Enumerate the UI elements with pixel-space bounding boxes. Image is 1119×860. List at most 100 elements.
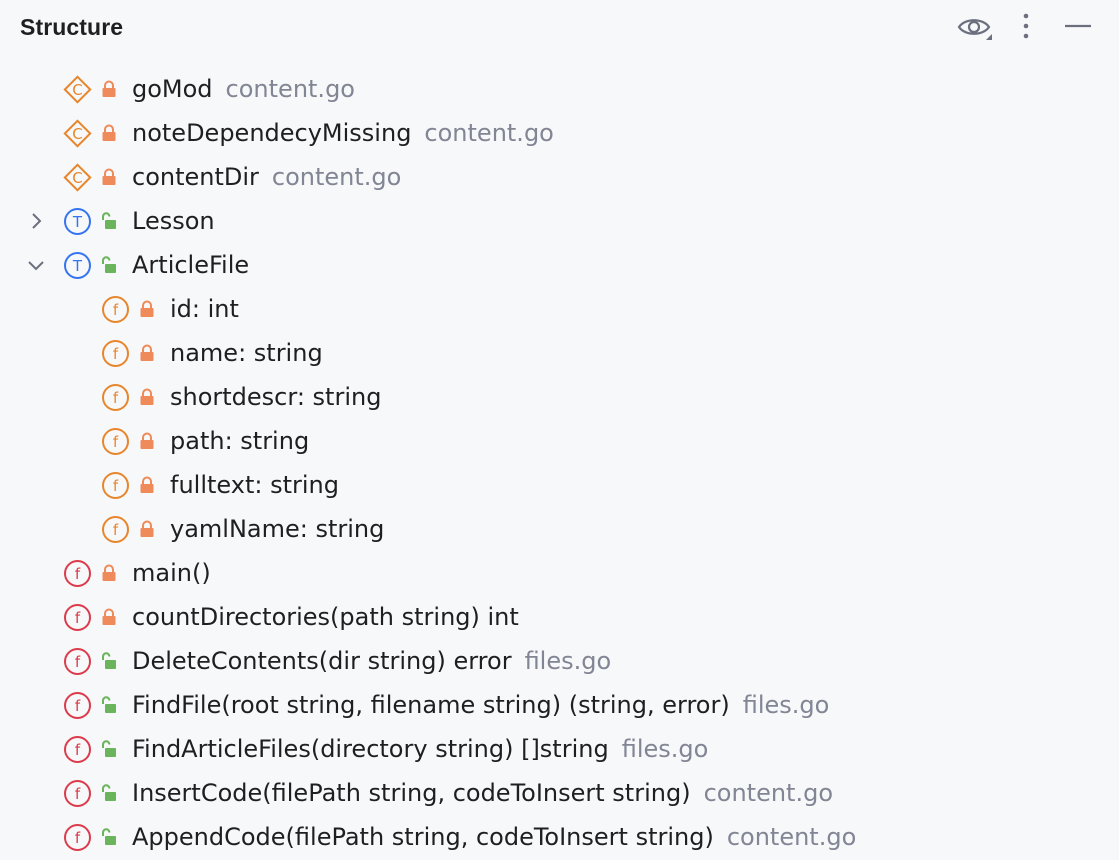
- lock-open-icon: [101, 696, 117, 714]
- lock-closed-icon: [101, 608, 117, 626]
- svg-text:f: f: [113, 389, 119, 407]
- type-icon: T: [63, 251, 92, 280]
- symbol-name: yamlName: string: [170, 515, 385, 543]
- function-icon: f: [63, 559, 92, 588]
- lock-closed-icon: [139, 476, 155, 494]
- function-icon: f: [63, 779, 92, 808]
- symbol-name: id: int: [170, 295, 239, 323]
- source-file-name: files.go: [524, 647, 612, 675]
- field-icon: f: [101, 471, 130, 500]
- svg-text:T: T: [72, 257, 83, 275]
- tree-node[interactable]: f DeleteContents(dir string) error files.…: [0, 639, 1119, 683]
- lock-open-icon: [101, 256, 117, 274]
- svg-text:f: f: [75, 829, 81, 847]
- tree-node-label: contentDir content.go: [132, 161, 401, 193]
- tree-node[interactable]: f AppendCode(filePath string, codeToInse…: [0, 815, 1119, 859]
- tree-node-label: main(): [132, 557, 211, 589]
- source-file-name: content.go: [726, 823, 857, 851]
- tree-node-label: countDirectories(path string) int: [132, 601, 519, 633]
- tree-node-label: path: string: [170, 425, 309, 457]
- tree-node[interactable]: C contentDir content.go: [0, 155, 1119, 199]
- field-icon: f: [101, 339, 130, 368]
- lock-open-icon: [101, 652, 117, 670]
- svg-text:f: f: [75, 741, 81, 759]
- view-options-button[interactable]: [956, 10, 992, 44]
- more-options-button[interactable]: [1008, 10, 1044, 44]
- symbol-name: AppendCode(filePath string, codeToInsert…: [132, 823, 714, 851]
- tree-node[interactable]: f countDirectories(path string) int: [0, 595, 1119, 639]
- lock-closed-icon: [101, 124, 117, 142]
- symbol-name: Lesson: [132, 207, 215, 235]
- structure-tree: C goMod content.go C noteDependecyMissing…: [0, 67, 1119, 859]
- lock-closed-icon: [139, 300, 155, 318]
- tree-node[interactable]: f id: int: [0, 287, 1119, 331]
- type-icon: T: [63, 207, 92, 236]
- tree-node[interactable]: T ArticleFile: [0, 243, 1119, 287]
- tree-node-label: AppendCode(filePath string, codeToInsert…: [132, 821, 856, 853]
- tree-node-label: goMod content.go: [132, 73, 355, 105]
- svg-text:f: f: [75, 697, 81, 715]
- source-file-name: content.go: [424, 119, 554, 147]
- svg-text:f: f: [113, 521, 119, 539]
- symbol-name: DeleteContents(dir string) error: [132, 647, 512, 675]
- eye-icon: [957, 19, 992, 40]
- field-icon: f: [101, 295, 130, 324]
- symbol-name: main(): [132, 559, 211, 587]
- symbol-name: name: string: [170, 339, 323, 367]
- tree-node[interactable]: f InsertCode(filePath string, codeToInse…: [0, 771, 1119, 815]
- symbol-name: FindArticleFiles(directory string) []str…: [132, 735, 609, 763]
- tree-node[interactable]: f path: string: [0, 419, 1119, 463]
- svg-text:C: C: [72, 169, 82, 187]
- svg-text:f: f: [113, 477, 119, 495]
- tree-node[interactable]: f yamlName: string: [0, 507, 1119, 551]
- field-icon: f: [101, 383, 130, 412]
- svg-text:f: f: [113, 433, 119, 451]
- field-icon: f: [101, 515, 130, 544]
- svg-text:C: C: [72, 125, 82, 143]
- tree-node-label: FindArticleFiles(directory string) []str…: [132, 733, 708, 765]
- symbol-name: noteDependecyMissing: [132, 119, 412, 147]
- lock-closed-icon: [139, 432, 155, 450]
- source-file-name: content.go: [703, 779, 833, 807]
- tree-node[interactable]: f FindArticleFiles(directory string) []s…: [0, 727, 1119, 771]
- lock-open-icon: [101, 784, 117, 802]
- source-file-name: files.go: [621, 735, 709, 763]
- symbol-name: countDirectories(path string) int: [132, 603, 519, 631]
- lock-closed-icon: [139, 520, 155, 538]
- svg-text:f: f: [75, 785, 81, 803]
- lock-closed-icon: [139, 388, 155, 406]
- symbol-name: contentDir: [132, 163, 259, 191]
- more-vertical-icon: [1023, 13, 1029, 39]
- tree-node[interactable]: f main(): [0, 551, 1119, 595]
- tree-node[interactable]: f name: string: [0, 331, 1119, 375]
- tree-node-label: ArticleFile: [132, 249, 249, 281]
- tree-node[interactable]: f fulltext: string: [0, 463, 1119, 507]
- tree-node-label: shortdescr: string: [170, 381, 381, 413]
- function-icon: f: [63, 691, 92, 720]
- chevron-down-icon[interactable]: [26, 255, 46, 275]
- tree-node[interactable]: f shortdescr: string: [0, 375, 1119, 419]
- lock-open-icon: [101, 828, 117, 846]
- tree-node[interactable]: C goMod content.go: [0, 67, 1119, 111]
- minimize-icon: [1065, 24, 1091, 28]
- panel-title: Structure: [20, 14, 124, 40]
- svg-text:f: f: [75, 609, 81, 627]
- chevron-right-icon[interactable]: [26, 211, 46, 231]
- hide-panel-button[interactable]: [1060, 10, 1096, 44]
- tree-node[interactable]: T Lesson: [0, 199, 1119, 243]
- tree-node[interactable]: f FindFile(root string, filename string)…: [0, 683, 1119, 727]
- svg-text:f: f: [113, 301, 119, 319]
- structure-panel-header: Structure: [0, 0, 1119, 56]
- tree-node[interactable]: C noteDependecyMissing content.go: [0, 111, 1119, 155]
- symbol-name: fulltext: string: [170, 471, 339, 499]
- lock-open-icon: [101, 740, 117, 758]
- svg-text:C: C: [72, 81, 82, 99]
- symbol-name: shortdescr: string: [170, 383, 382, 411]
- source-file-name: files.go: [742, 691, 830, 719]
- svg-text:T: T: [72, 213, 83, 231]
- tree-node-label: fulltext: string: [170, 469, 339, 501]
- lock-open-icon: [101, 212, 117, 230]
- symbol-name: InsertCode(filePath string, codeToInsert…: [132, 779, 691, 807]
- tree-node-label: Lesson: [132, 205, 215, 237]
- lock-closed-icon: [101, 168, 117, 186]
